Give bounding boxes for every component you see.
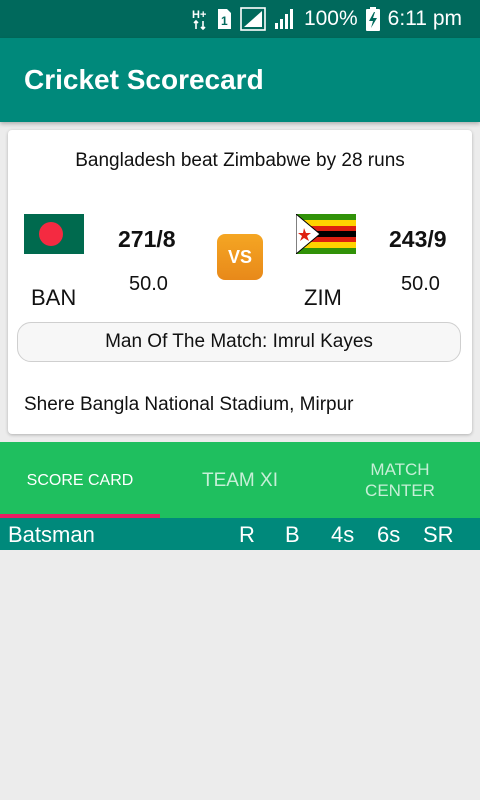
- man-of-the-match: Man Of The Match: Imrul Kayes: [17, 322, 461, 362]
- team1-overs: 50.0: [129, 273, 168, 295]
- team1-score: 271/8: [118, 226, 176, 252]
- tab-label: SCORE CARD: [26, 471, 134, 489]
- column-header-balls: B: [285, 522, 300, 547]
- match-summary-card: Bangladesh beat Zimbabwe by 28 runs 271/…: [8, 130, 472, 434]
- data-arrows-icon: H+: [192, 7, 208, 31]
- tab-bar: SCORE CARD TEAM XI MATCH CENTER: [0, 442, 480, 518]
- team1-name: BAN: [31, 285, 77, 310]
- tab-match-center[interactable]: MATCH CENTER: [320, 442, 480, 518]
- status-icons: H+ 1 100% 6:11 pm: [192, 0, 462, 38]
- clock: 6:11 pm: [387, 7, 462, 30]
- column-header-sixes: 6s: [377, 522, 401, 547]
- column-header-fours: 4s: [331, 522, 355, 547]
- team2-name: ZIM: [304, 285, 342, 310]
- tab-label: MATCH CENTER: [365, 460, 435, 500]
- sim-icon: 1: [216, 8, 232, 30]
- batting-table-header: Batsman R B 4s 6s SR: [0, 518, 480, 550]
- signal-icon: [240, 7, 266, 31]
- team2-overs: 50.0: [401, 273, 440, 295]
- column-header-batsman: Batsman: [8, 522, 95, 547]
- svg-text:H+: H+: [192, 9, 206, 21]
- tab-label: TEAM XI: [201, 469, 278, 491]
- status-bar: H+ 1 100% 6:11 pm: [0, 0, 480, 38]
- vs-badge: VS: [217, 234, 263, 280]
- match-result: Bangladesh beat Zimbabwe by 28 runs: [75, 150, 405, 171]
- battery-percent: 100%: [303, 7, 358, 30]
- signal-icon: [274, 8, 296, 30]
- venue: Shere Bangla National Stadium, Mirpur: [24, 394, 354, 415]
- app-bar: Cricket Scorecard: [0, 38, 480, 122]
- tab-score-card[interactable]: SCORE CARD: [0, 442, 160, 518]
- column-header-runs: R: [239, 522, 255, 547]
- zimbabwe-flag-icon: [295, 212, 356, 259]
- column-header-strike-rate: SR: [423, 522, 454, 547]
- battery-charging-icon: [365, 7, 380, 31]
- tab-team-xi[interactable]: TEAM XI: [160, 442, 320, 518]
- svg-text:1: 1: [221, 14, 228, 28]
- team2-score: 243/9: [389, 226, 447, 252]
- bangladesh-flag-icon: [24, 214, 84, 259]
- page-title: Cricket Scorecard: [24, 64, 264, 95]
